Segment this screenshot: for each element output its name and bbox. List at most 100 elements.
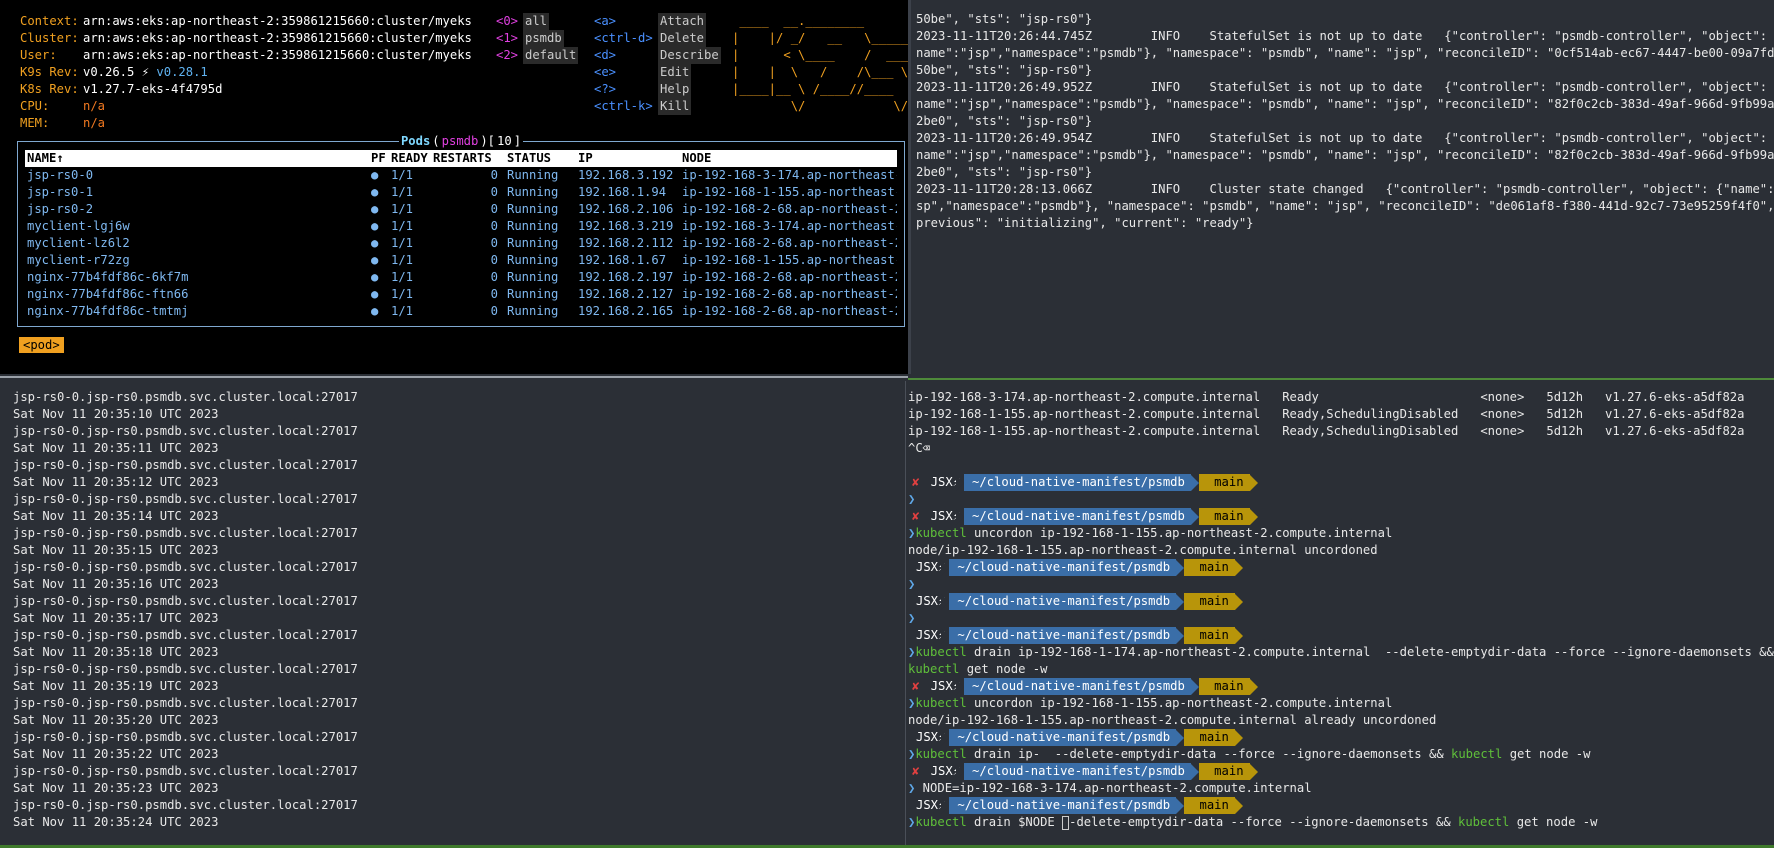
command-line[interactable]: ❯kubectl drain ip-192-168-1-174.ap-north…: [908, 644, 1774, 661]
shell-prompt: ✘ JSX⚡ ~/cloud-native-manifest/psmdb main: [908, 474, 1774, 491]
key-binding[interactable]: <?> Help: [594, 81, 721, 98]
cell-ip: 192.168.3.192: [578, 168, 674, 182]
command-text: get node -w: [1502, 747, 1591, 761]
cell-status: Running: [507, 287, 559, 301]
git-branch: main: [1184, 559, 1235, 576]
command-keyword: kubectl: [908, 662, 960, 676]
pane-divider[interactable]: [908, 0, 911, 374]
log-line: 2023-11-11T20:28:13.066Z INFO Cluster st…: [916, 182, 1774, 196]
col-node[interactable]: NODE: [682, 150, 897, 167]
table-row[interactable]: nginx-77b4fdf86c-ftn66 ● 1/1 0 Running 192.16…: [25, 286, 897, 303]
info-key: MEM:: [20, 116, 50, 130]
key-binding[interactable]: <ctrl-d> Delete: [594, 30, 721, 47]
table-row[interactable]: jsp-rs0-1 ● 1/1 0 Running 192.168.1.94 ip-192-…: [25, 184, 897, 201]
cell-pf: ●: [371, 219, 379, 233]
namespace-shortcut[interactable]: <2> default: [496, 47, 579, 64]
cell-node: ip-192-168-2-68.ap-northeast-2.co: [682, 202, 897, 216]
command-line[interactable]: kubectl get node -w: [908, 661, 1774, 678]
key-binding-action[interactable]: Describe: [658, 47, 721, 64]
table-row[interactable]: myclient-lz6l2 ● 1/1 0 Running 192.168.2.112 i…: [25, 235, 897, 252]
command-line[interactable]: ❯: [908, 576, 1774, 593]
k9s-pane[interactable]: Context: arn:aws:eks:ap-northeast-2:35986…: [0, 0, 908, 374]
namespace-name[interactable]: all: [523, 13, 550, 30]
info-value: n/a: [83, 99, 106, 113]
table-row[interactable]: myclient-lgj6w ● 1/1 0 Running 192.168.3.219 i…: [25, 218, 897, 235]
key-binding-action[interactable]: Delete: [658, 30, 707, 47]
cell-node: ip-192-168-3-174.ap-northeast-2.c: [682, 219, 897, 233]
pods-table-frame: Pods(psmdb)[10] NAME↑ PF READY RESTARTS …: [17, 134, 905, 327]
cell-node: ip-192-168-2-68.ap-northeast-2.co: [682, 287, 897, 301]
command-keyword: kubectl: [915, 696, 967, 710]
output-line: jsp-rs0-0.jsp-rs0.psmdb.svc.cluster.loca…: [13, 492, 358, 506]
output-line: Sat Nov 11 20:35:10 UTC 2023: [13, 407, 219, 421]
info-key: K9s Rev:: [20, 65, 79, 79]
info-key: K8s Rev:: [20, 82, 79, 96]
namespace-shortcut[interactable]: <1> psmdb: [496, 30, 578, 47]
git-branch: main: [1184, 593, 1235, 610]
prompt-path: ~/cloud-native-manifest/psmdb: [949, 797, 1177, 814]
col-name[interactable]: NAME↑: [27, 150, 367, 167]
cell-node: ip-192-168-3-174.ap-northeast-2.c: [682, 168, 897, 182]
cell-ready: 1/1: [391, 185, 414, 199]
key-binding[interactable]: <d> Describe: [594, 47, 721, 64]
col-pf[interactable]: PF: [371, 150, 391, 167]
namespace-name[interactable]: default: [523, 47, 579, 64]
command-line[interactable]: ❯kubectl drain $NODE -delete-emptydir-da…: [908, 814, 1774, 831]
col-restarts[interactable]: RESTARTS: [433, 150, 497, 167]
command-text: -delete-emptydir-data --force --ignore-d…: [1069, 815, 1458, 829]
command-line[interactable]: ❯: [908, 610, 1774, 627]
git-branch: main: [1184, 729, 1235, 746]
info-key: Cluster:: [20, 31, 79, 45]
namespace-shortcut[interactable]: <0> all: [496, 13, 578, 30]
log-line: 50be", "sts": "jsp-rs0"}: [916, 63, 1093, 77]
prompt-separator: [1190, 508, 1199, 525]
col-status[interactable]: STATUS: [507, 150, 573, 167]
cell-ready: 1/1: [391, 304, 414, 318]
key-binding-action[interactable]: Kill: [658, 98, 692, 115]
output-line: jsp-rs0-0.jsp-rs0.psmdb.svc.cluster.loca…: [13, 764, 358, 778]
output-line: Sat Nov 11 20:35:22 UTC 2023: [13, 747, 219, 761]
prompt-separator: [956, 678, 965, 695]
col-ready[interactable]: READY: [391, 150, 433, 167]
key-binding-action[interactable]: Help: [658, 81, 692, 98]
pane-divider[interactable]: [908, 378, 1774, 380]
pane-divider[interactable]: [905, 381, 906, 848]
command-keyword: kubectl: [915, 747, 967, 761]
command-text: get node -w: [1509, 815, 1598, 829]
command-line[interactable]: ❯: [908, 491, 1774, 508]
cell-name: nginx-77b4fdf86c-tmtmj: [27, 304, 189, 318]
command-line[interactable]: ❯kubectl uncordon ip-192-168-1-155.ap-no…: [908, 525, 1774, 542]
key-binding[interactable]: <a> Attach: [594, 13, 721, 30]
cell-ready: 1/1: [391, 219, 414, 233]
command-line[interactable]: ❯ NODE=ip-192-168-3-174.ap-northeast-2.c…: [908, 780, 1774, 797]
shell-pane[interactable]: ip-192-168-3-174.ap-northeast-2.compute.…: [908, 381, 1774, 845]
git-branch: main: [1198, 678, 1250, 695]
table-row[interactable]: jsp-rs0-2 ● 1/1 0 Running 192.168.2.106 ip-192…: [25, 201, 897, 218]
prompt-separator: [1176, 729, 1185, 746]
cell-name: nginx-77b4fdf86c-6kf7m: [27, 270, 189, 284]
table-row[interactable]: nginx-77b4fdf86c-tmtmj ● 1/1 0 Running 192.16…: [25, 303, 897, 320]
pane-divider[interactable]: [0, 376, 908, 378]
namespace-name[interactable]: psmdb: [523, 30, 564, 47]
operator-log-pane[interactable]: 50be", "sts": "jsp-rs0"} 2023-11-11T20:26…: [913, 0, 1774, 378]
info-key: User:: [20, 48, 57, 62]
table-row[interactable]: myclient-r72zg ● 1/1 0 Running 192.168.1.67 ip…: [25, 252, 897, 269]
mongo-loop-pane[interactable]: jsp-rs0-0.jsp-rs0.psmdb.svc.cluster.loca…: [0, 381, 905, 845]
col-ip[interactable]: IP: [578, 150, 682, 167]
command-line[interactable]: ❯kubectl uncordon ip-192-168-1-155.ap-no…: [908, 695, 1774, 712]
command-line[interactable]: ❯kubectl drain ip- --delete-emptydir-dat…: [908, 746, 1774, 763]
cell-restarts: 0: [490, 253, 498, 267]
key-binding[interactable]: <e> Edit: [594, 64, 721, 81]
table-row[interactable]: nginx-77b4fdf86c-6kf7m ● 1/1 0 Running 192.16…: [25, 269, 897, 286]
table-row[interactable]: jsp-rs0-0 ● 1/1 0 Running 192.168.3.192 ip-192…: [25, 167, 897, 184]
output-line: Sat Nov 11 20:35:20 UTC 2023: [13, 713, 219, 727]
output-line: jsp-rs0-0.jsp-rs0.psmdb.svc.cluster.loca…: [13, 458, 358, 472]
prompt-separator: [941, 593, 950, 610]
pods-table[interactable]: NAME↑ PF READY RESTARTS STATUS IP NODE j…: [25, 150, 897, 320]
key-binding-action[interactable]: Edit: [658, 64, 692, 81]
key-binding-action[interactable]: Attach: [658, 13, 707, 30]
output-line: jsp-rs0-0.jsp-rs0.psmdb.svc.cluster.loca…: [13, 730, 358, 744]
prompt-separator: [1234, 593, 1243, 610]
cell-node: ip-192-168-1-155.ap-northeast-2.c: [682, 185, 897, 199]
key-binding[interactable]: <ctrl-k> Kill: [594, 98, 721, 115]
